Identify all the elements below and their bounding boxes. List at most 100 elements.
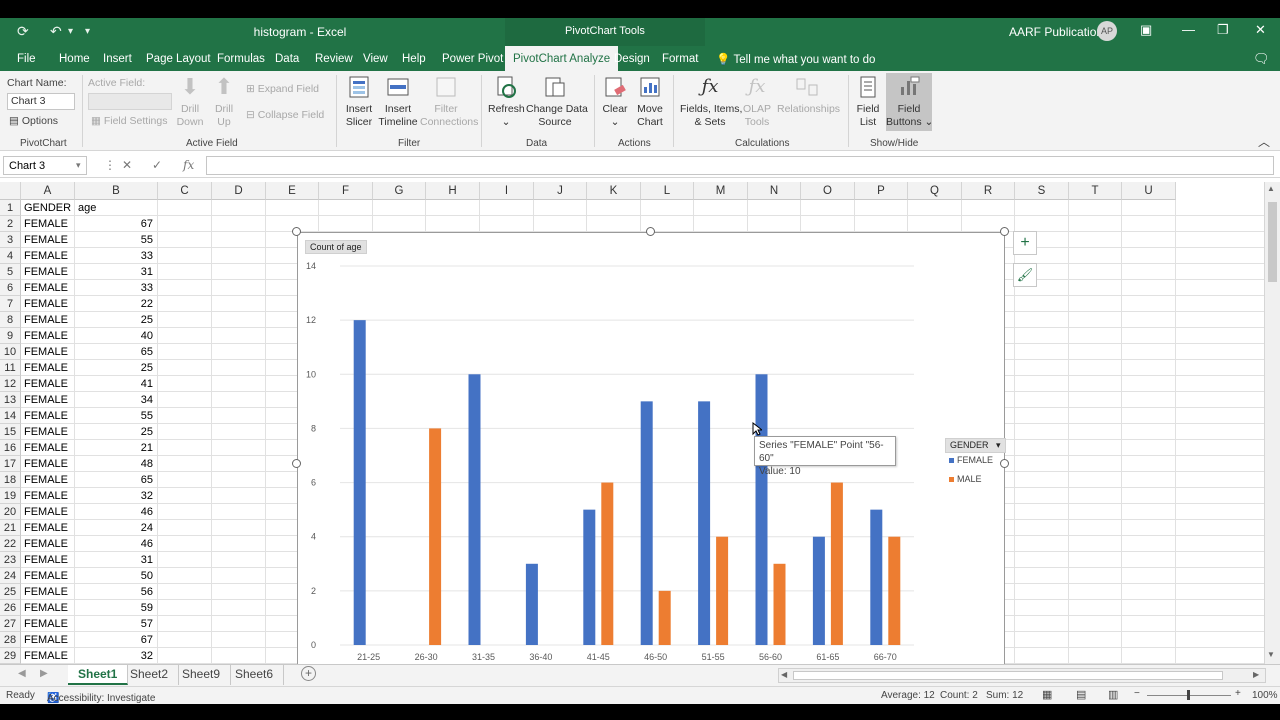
field-buttons-button[interactable]: Field Buttons ⌄: [886, 73, 933, 131]
cell-age[interactable]: 32: [75, 488, 158, 504]
tab-page-layout[interactable]: Page Layout: [146, 53, 211, 65]
cell-age[interactable]: 40: [75, 328, 158, 344]
cell-gender[interactable]: FEMALE: [21, 440, 75, 456]
add-sheet-icon[interactable]: +: [301, 666, 316, 681]
cell-age[interactable]: 21: [75, 440, 158, 456]
bar-female[interactable]: [583, 509, 596, 645]
column-header-j[interactable]: J: [534, 182, 587, 200]
cell-gender[interactable]: FEMALE: [21, 248, 75, 264]
resize-handle-right[interactable]: [1000, 459, 1009, 468]
row-header[interactable]: 20: [0, 504, 21, 520]
column-header-q[interactable]: Q: [908, 182, 962, 200]
sheet-prev-icon[interactable]: ◀: [18, 668, 26, 679]
bar-female[interactable]: [353, 320, 366, 645]
legend-item-female[interactable]: FEMALE: [949, 455, 993, 465]
chart-plot[interactable]: 0 2 4 6 8 10 12 14 21-25 26-30 31-35 36-40 41-45 46-5…: [298, 233, 1004, 680]
tab-file[interactable]: File: [17, 53, 36, 65]
legend-item-male[interactable]: MALE: [949, 474, 993, 484]
cell-gender[interactable]: FEMALE: [21, 584, 75, 600]
bar-female[interactable]: [755, 374, 768, 645]
refresh-button[interactable]: Refresh ⌄: [488, 75, 525, 129]
row-header[interactable]: 16: [0, 440, 21, 456]
row-header[interactable]: 4: [0, 248, 21, 264]
cell-gender[interactable]: FEMALE: [21, 232, 75, 248]
vertical-scrollbar[interactable]: ▲ ▼: [1264, 182, 1280, 664]
cell-gender[interactable]: FEMALE: [21, 648, 75, 664]
tell-me-search[interactable]: 💡 Tell me what you want to do: [716, 52, 875, 66]
page-layout-view-icon[interactable]: ▤: [1076, 688, 1086, 701]
avatar[interactable]: AP: [1097, 21, 1117, 41]
cell-gender[interactable]: FEMALE: [21, 376, 75, 392]
chart-elements-button[interactable]: +: [1013, 231, 1037, 255]
bar-male[interactable]: [658, 590, 671, 645]
bar-female[interactable]: [640, 401, 653, 645]
cell-age[interactable]: 31: [75, 264, 158, 280]
resize-handle-left[interactable]: [292, 459, 301, 468]
resize-handle-top-left[interactable]: [292, 227, 301, 236]
chart-name-input[interactable]: Chart 3: [7, 93, 75, 110]
column-header-r[interactable]: R: [962, 182, 1015, 200]
insert-timeline-button[interactable]: Insert Timeline: [378, 75, 418, 129]
zoom-slider-thumb[interactable]: [1187, 690, 1190, 700]
cell-gender[interactable]: FEMALE: [21, 264, 75, 280]
cell-age[interactable]: 55: [75, 232, 158, 248]
bar-female[interactable]: [468, 374, 481, 645]
cell-age[interactable]: 59: [75, 600, 158, 616]
tab-formulas[interactable]: Formulas: [217, 53, 265, 65]
cell-gender[interactable]: FEMALE: [21, 456, 75, 472]
cell-gender[interactable]: FEMALE: [21, 360, 75, 376]
bar-female[interactable]: [525, 563, 538, 645]
enter-formula-icon[interactable]: ✓: [152, 158, 162, 172]
cell-age[interactable]: 32: [75, 648, 158, 664]
tab-format[interactable]: Format: [662, 53, 698, 65]
bar-female[interactable]: [698, 401, 711, 645]
cell-age[interactable]: 57: [75, 616, 158, 632]
bar-male[interactable]: [429, 428, 442, 645]
column-header-f[interactable]: F: [319, 182, 373, 200]
tab-power-pivot[interactable]: Power Pivot: [442, 53, 503, 65]
row-header[interactable]: 17: [0, 456, 21, 472]
bar-female[interactable]: [812, 536, 825, 645]
cell-gender[interactable]: FEMALE: [21, 328, 75, 344]
row-header[interactable]: 5: [0, 264, 21, 280]
legend-field-button[interactable]: GENDER ▾: [945, 438, 1006, 453]
cell-gender[interactable]: FEMALE: [21, 280, 75, 296]
cell-gender[interactable]: FEMALE: [21, 472, 75, 488]
fields-items-sets-button[interactable]: ƒx Fields, Items, & Sets: [680, 75, 742, 129]
resize-handle-top[interactable]: [646, 227, 655, 236]
column-header-k[interactable]: K: [587, 182, 641, 200]
scroll-up-icon[interactable]: ▲: [1267, 184, 1275, 193]
select-all-corner[interactable]: [0, 182, 21, 200]
cell-gender[interactable]: FEMALE: [21, 216, 75, 232]
insert-slicer-button[interactable]: Insert Slicer: [343, 75, 375, 129]
row-header[interactable]: 1: [0, 200, 21, 216]
cell-gender[interactable]: FEMALE: [21, 520, 75, 536]
cell-gender[interactable]: FEMALE: [21, 552, 75, 568]
cell-age[interactable]: 33: [75, 248, 158, 264]
cancel-formula-icon[interactable]: ✕: [122, 158, 132, 172]
row-header[interactable]: 3: [0, 232, 21, 248]
bar-male[interactable]: [716, 536, 729, 645]
column-header-b[interactable]: B: [75, 182, 158, 200]
vertical-scroll-thumb[interactable]: [1268, 202, 1277, 282]
cell-age[interactable]: 65: [75, 472, 158, 488]
tab-design[interactable]: Design: [614, 53, 650, 65]
row-header[interactable]: 22: [0, 536, 21, 552]
minimize-icon[interactable]: —: [1182, 22, 1195, 37]
cell-age[interactable]: 24: [75, 520, 158, 536]
cell-age[interactable]: 25: [75, 360, 158, 376]
formula-input[interactable]: [206, 156, 1274, 175]
cell-gender[interactable]: FEMALE: [21, 536, 75, 552]
row-header[interactable]: 14: [0, 408, 21, 424]
scroll-down-icon[interactable]: ▼: [1267, 650, 1275, 659]
zoom-in-icon[interactable]: +: [1235, 688, 1241, 699]
column-header-a[interactable]: A: [21, 182, 75, 200]
cell-age[interactable]: 55: [75, 408, 158, 424]
row-header[interactable]: 28: [0, 632, 21, 648]
bar-female[interactable]: [870, 509, 883, 645]
column-header-e[interactable]: E: [266, 182, 319, 200]
bar-male[interactable]: [830, 482, 843, 645]
cell-age[interactable]: 46: [75, 504, 158, 520]
column-header-o[interactable]: O: [801, 182, 855, 200]
cell-age[interactable]: 48: [75, 456, 158, 472]
